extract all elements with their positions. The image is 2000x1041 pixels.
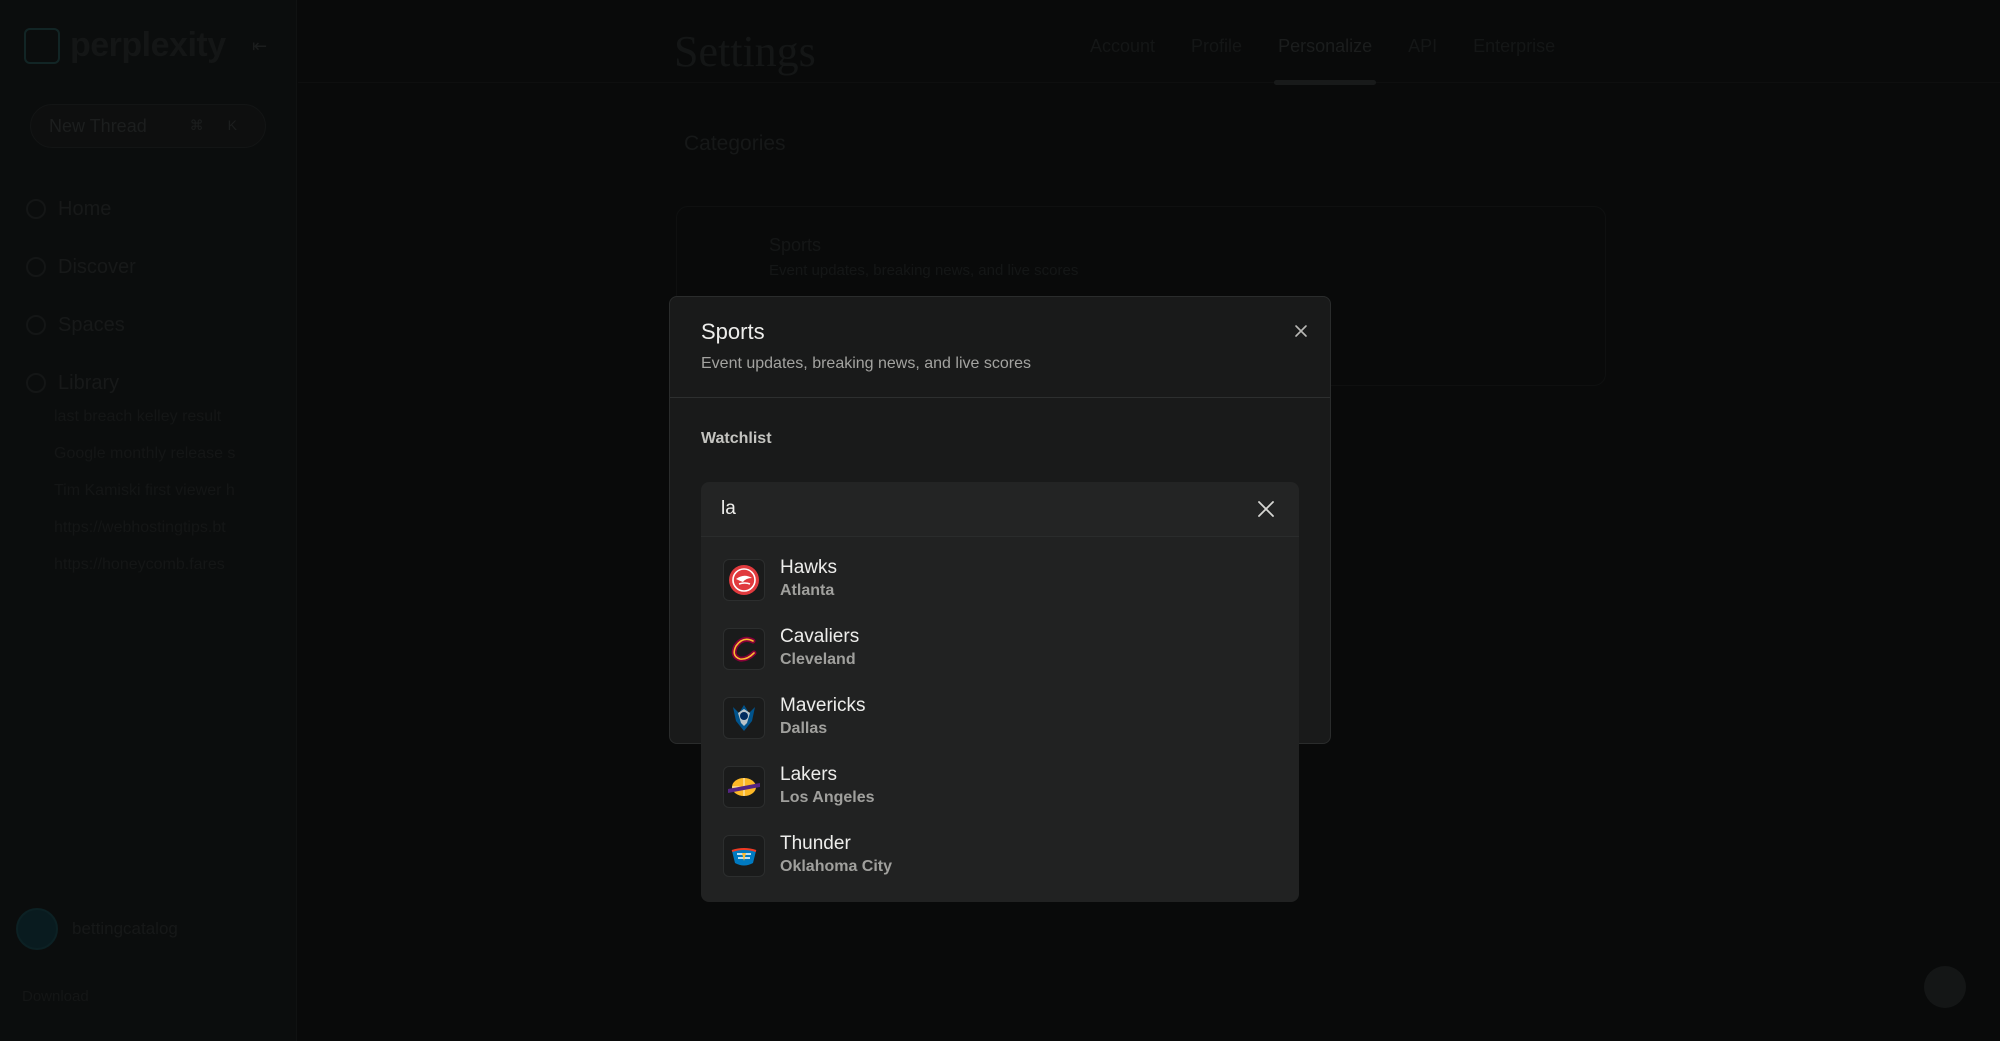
- team-search-input[interactable]: [721, 494, 1221, 524]
- close-icon: [1295, 325, 1307, 337]
- modal-divider: [670, 397, 1330, 398]
- watchlist-label: Watchlist: [701, 430, 772, 447]
- modal-subtitle: Event updates, breaking news, and live s…: [701, 355, 1031, 372]
- cavaliers-logo-icon: [723, 628, 765, 670]
- close-icon: [1258, 501, 1274, 517]
- team-name: Thunder: [780, 833, 851, 854]
- team-option-hawks[interactable]: Hawks Atlanta: [701, 555, 1299, 624]
- close-button[interactable]: [1287, 317, 1315, 345]
- modal-title: Sports: [701, 319, 765, 344]
- hawks-logo-icon: [723, 559, 765, 601]
- team-city: Atlanta: [780, 582, 835, 599]
- team-option-cavaliers[interactable]: Cavaliers Cleveland: [701, 624, 1299, 693]
- mavericks-logo-icon: [723, 697, 765, 739]
- team-city: Cleveland: [780, 651, 856, 668]
- team-city: Oklahoma City: [780, 858, 893, 875]
- team-city: Dallas: [780, 720, 828, 737]
- team-name: Mavericks: [780, 695, 866, 716]
- team-option-mavericks[interactable]: Mavericks Dallas: [701, 693, 1299, 762]
- team-option-thunder[interactable]: Thunder Oklahoma City: [701, 831, 1299, 900]
- team-suggestions: Hawks Atlanta Cavaliers Cleveland Maveri…: [701, 537, 1299, 902]
- team-name: Cavaliers: [780, 626, 860, 647]
- team-search-box: [701, 482, 1299, 537]
- clear-search-button[interactable]: [1253, 496, 1279, 522]
- team-city: Los Angeles: [780, 789, 875, 806]
- thunder-logo-icon: [723, 835, 765, 877]
- lakers-logo-icon: [723, 766, 765, 808]
- team-name: Hawks: [780, 557, 838, 578]
- team-name: Lakers: [780, 764, 838, 785]
- team-option-lakers[interactable]: Lakers Los Angeles: [701, 762, 1299, 831]
